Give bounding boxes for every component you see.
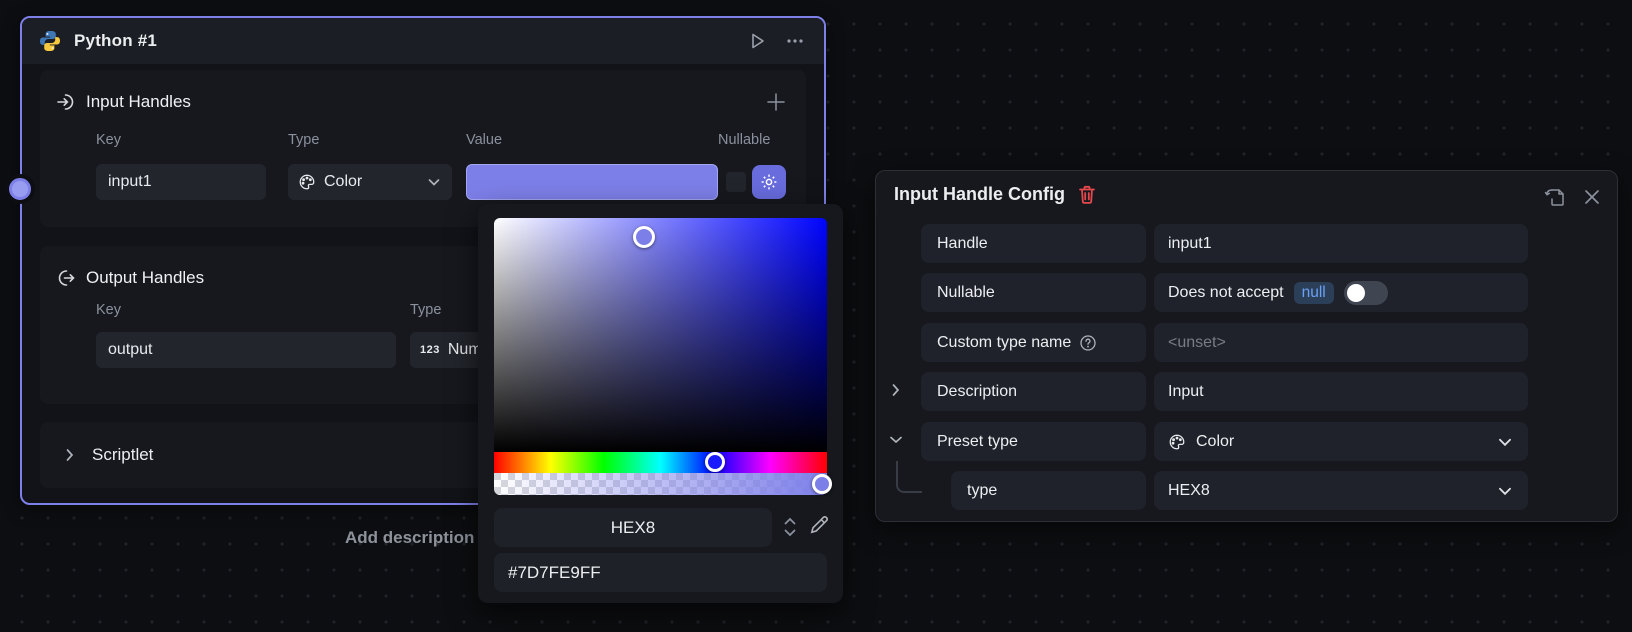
row-label: Handle [937, 235, 988, 253]
hue-slider[interactable] [494, 452, 827, 473]
node-header[interactable]: Python #1 [22, 18, 824, 64]
row-label: Preset type [937, 433, 1018, 451]
input-handles-title: Input Handles [86, 92, 191, 112]
node-menu-button[interactable] [782, 28, 808, 54]
input-handle-key-field[interactable] [96, 164, 266, 200]
config-row-custom-type: Custom type name <unset> [876, 323, 1617, 362]
output-handles-header: Output Handles [56, 268, 204, 288]
chevron-down-icon [1496, 482, 1514, 500]
number-type-icon: 123 [420, 344, 440, 356]
description-value-field[interactable]: Input [1154, 372, 1528, 411]
chevron-down-icon [1496, 433, 1514, 451]
nullable-checkbox[interactable] [726, 172, 746, 192]
delete-handle-icon[interactable] [1077, 184, 1097, 205]
format-spinner-icon[interactable] [780, 514, 800, 540]
config-row-description: Description Input [876, 372, 1617, 411]
output-handles-title: Output Handles [86, 268, 204, 288]
handle-config-gear-button[interactable] [752, 165, 786, 199]
alpha-selector[interactable] [812, 474, 832, 494]
add-description-placeholder[interactable]: Add description [345, 528, 474, 548]
input-handle-type-dropdown[interactable]: Color [288, 164, 452, 200]
palette-icon [1168, 433, 1186, 451]
run-node-button[interactable] [744, 28, 770, 54]
row-label: Description [937, 383, 1017, 401]
color-picker-popup: HEX8 [478, 204, 843, 603]
eyedropper-icon[interactable] [808, 514, 830, 536]
chevron-right-icon[interactable] [62, 447, 78, 463]
column-label-key: Key [96, 132, 121, 148]
toggle-knob [1347, 284, 1365, 302]
scriptlet-title: Scriptlet [92, 445, 153, 465]
input-handles-icon [56, 92, 76, 112]
nullable-toggle[interactable] [1344, 281, 1388, 305]
column-label-value: Value [466, 132, 502, 148]
row-label: type [967, 482, 997, 500]
column-label-type: Type [410, 302, 441, 318]
config-row-handle: Handle input1 [876, 224, 1617, 263]
preset-type-dropdown[interactable]: Color [1154, 422, 1528, 461]
alpha-slider[interactable] [494, 473, 827, 495]
input-connection-handle[interactable] [9, 178, 31, 200]
input-handles-header: Input Handles [56, 92, 191, 112]
column-label-type: Type [288, 132, 319, 148]
palette-icon [298, 173, 316, 191]
input-handle-type-value: Color [324, 173, 362, 191]
config-row-preset-type: Preset type Color [876, 422, 1617, 461]
config-row-type: type HEX8 [876, 471, 1617, 510]
output-handles-icon [56, 268, 76, 288]
null-badge: null [1294, 282, 1334, 304]
type-dropdown[interactable]: HEX8 [1154, 471, 1528, 510]
output-handle-key-field[interactable] [96, 332, 396, 368]
chevron-down-icon [426, 174, 442, 190]
color-value-swatch[interactable] [466, 164, 718, 200]
help-icon[interactable] [1079, 334, 1097, 352]
column-label-nullable: Nullable [718, 132, 770, 148]
flow-canvas[interactable]: Python #1 Input Handles Key Type Value [0, 0, 1632, 632]
panel-title: Input Handle Config [894, 184, 1065, 205]
python-logo-icon [38, 29, 62, 53]
row-label: Custom type name [937, 334, 1071, 352]
input-handle-config-panel: Input Handle Config Handle input1 Nullab… [875, 170, 1618, 522]
close-panel-icon[interactable] [1583, 188, 1601, 206]
custom-type-name-field[interactable]: <unset> [1154, 323, 1528, 362]
color-format-select[interactable]: HEX8 [494, 508, 772, 547]
saturation-value-area[interactable] [494, 218, 827, 452]
config-row-nullable: Nullable Does not accept null [876, 273, 1617, 312]
chevron-down-icon[interactable] [888, 432, 904, 448]
nullable-status-text: Does not accept [1168, 284, 1284, 302]
color-format-value: HEX8 [611, 518, 655, 538]
chevron-right-icon[interactable] [888, 382, 904, 398]
saturation-selector[interactable] [633, 226, 655, 248]
add-input-handle-button[interactable] [764, 90, 788, 114]
column-label-key: Key [96, 302, 121, 318]
detach-to-node-icon[interactable] [1543, 185, 1567, 209]
row-label: Nullable [937, 284, 995, 302]
hue-selector[interactable] [705, 452, 725, 472]
hex-value-input[interactable] [494, 553, 827, 592]
node-title: Python #1 [74, 31, 157, 51]
handle-value-field[interactable]: input1 [1154, 224, 1528, 263]
